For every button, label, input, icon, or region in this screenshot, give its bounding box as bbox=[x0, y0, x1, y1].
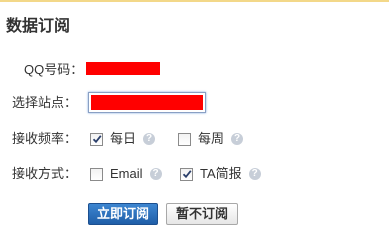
qq-number-value-redacted bbox=[86, 62, 160, 75]
site-select-redacted bbox=[91, 95, 203, 110]
site-select-input[interactable] bbox=[88, 92, 206, 113]
site-select-label: 选择站点： bbox=[12, 95, 78, 110]
method-label: 接收方式： bbox=[12, 166, 78, 181]
qq-number-label: QQ号码： bbox=[24, 62, 84, 77]
weekly-checkbox[interactable] bbox=[178, 132, 191, 146]
subscription-panel: 数据订阅 QQ号码： 选择站点： 接收频率： 每日 ? 每周 ? 接收方式： E… bbox=[0, 0, 389, 240]
not-now-button[interactable]: 暂不订阅 bbox=[166, 203, 238, 225]
checkmark-icon bbox=[182, 170, 192, 179]
weekly-option-label: 每周 bbox=[198, 131, 225, 146]
daily-option-label: 每日 bbox=[110, 131, 137, 146]
frequency-option-weekly[interactable]: 每周 ? bbox=[178, 131, 244, 147]
method-option-ta-brief[interactable]: TA简报 ? bbox=[180, 166, 261, 182]
ta-brief-checkbox[interactable] bbox=[180, 167, 193, 181]
help-icon[interactable]: ? bbox=[248, 168, 261, 180]
email-checkbox[interactable] bbox=[90, 167, 103, 181]
page-title: 数据订阅 bbox=[6, 18, 71, 35]
method-option-email[interactable]: Email ? bbox=[90, 166, 162, 182]
daily-checkbox[interactable] bbox=[90, 132, 103, 146]
help-icon[interactable]: ? bbox=[149, 168, 162, 180]
checkmark-icon bbox=[92, 135, 102, 144]
frequency-option-daily[interactable]: 每日 ? bbox=[90, 131, 156, 147]
top-border bbox=[0, 0, 389, 2]
help-icon[interactable]: ? bbox=[231, 133, 244, 145]
subscribe-now-button[interactable]: 立即订阅 bbox=[88, 203, 158, 225]
ta-brief-option-label: TA简报 bbox=[200, 166, 242, 181]
frequency-label: 接收频率： bbox=[12, 131, 78, 146]
email-option-label: Email bbox=[110, 166, 143, 181]
help-icon[interactable]: ? bbox=[143, 133, 156, 145]
